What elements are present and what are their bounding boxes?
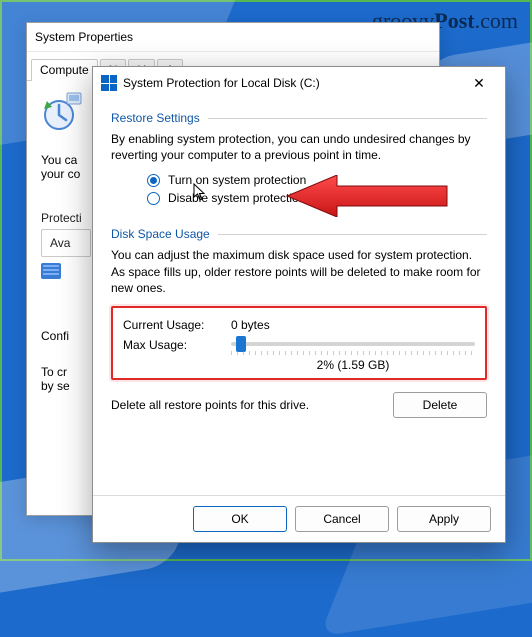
apply-button[interactable]: Apply bbox=[397, 506, 491, 532]
radio-on-label: Turn on system protection bbox=[168, 173, 306, 187]
dialog-footer: OK Cancel Apply bbox=[93, 495, 505, 542]
max-usage-label: Max Usage: bbox=[123, 336, 231, 352]
slider-thumb[interactable] bbox=[236, 336, 246, 352]
drive-list[interactable]: Ava bbox=[41, 229, 91, 257]
radio-off-label: Disable system protection bbox=[168, 191, 305, 205]
squares-icon bbox=[101, 75, 117, 91]
system-protection-dialog: System Protection for Local Disk (C:) ✕ … bbox=[92, 66, 506, 543]
max-usage-reading: 2% (1.59 GB) bbox=[231, 358, 475, 372]
dialog-title: System Protection for Local Disk (C:) bbox=[123, 76, 455, 90]
ok-button[interactable]: OK bbox=[193, 506, 287, 532]
back-window-title: System Properties bbox=[35, 30, 133, 44]
disk-space-usage-group: Disk Space Usage bbox=[111, 227, 487, 241]
slider-ticks bbox=[231, 351, 475, 355]
drive-icon bbox=[41, 263, 61, 279]
group-label: Disk Space Usage bbox=[111, 227, 210, 241]
restore-description: By enabling system protection, you can u… bbox=[111, 131, 487, 163]
tab-computer-name[interactable]: Compute bbox=[31, 59, 98, 81]
close-button[interactable]: ✕ bbox=[461, 71, 497, 95]
radio-off-indicator bbox=[147, 192, 160, 205]
restore-icon bbox=[41, 91, 83, 133]
disk-description: You can adjust the maximum disk space us… bbox=[111, 247, 487, 296]
current-usage-label: Current Usage: bbox=[123, 318, 231, 332]
max-usage-slider[interactable] bbox=[231, 342, 475, 346]
radio-turn-on-system-protection[interactable]: Turn on system protection bbox=[147, 173, 487, 187]
available-drives-label: Ava bbox=[50, 236, 70, 250]
annotation-highlight-box: Current Usage: 0 bytes Max Usage: 2% (1.… bbox=[111, 306, 487, 380]
restore-settings-group: Restore Settings bbox=[111, 111, 487, 125]
delete-button[interactable]: Delete bbox=[393, 392, 487, 418]
group-label: Restore Settings bbox=[111, 111, 200, 125]
radio-on-indicator bbox=[147, 174, 160, 187]
cancel-button[interactable]: Cancel bbox=[295, 506, 389, 532]
close-icon: ✕ bbox=[473, 75, 485, 92]
current-usage-value: 0 bytes bbox=[231, 318, 270, 332]
delete-description: Delete all restore points for this drive… bbox=[111, 398, 383, 412]
back-titlebar[interactable]: System Properties bbox=[27, 23, 439, 52]
front-titlebar[interactable]: System Protection for Local Disk (C:) ✕ bbox=[93, 67, 505, 99]
radio-disable-system-protection[interactable]: Disable system protection bbox=[147, 191, 487, 205]
